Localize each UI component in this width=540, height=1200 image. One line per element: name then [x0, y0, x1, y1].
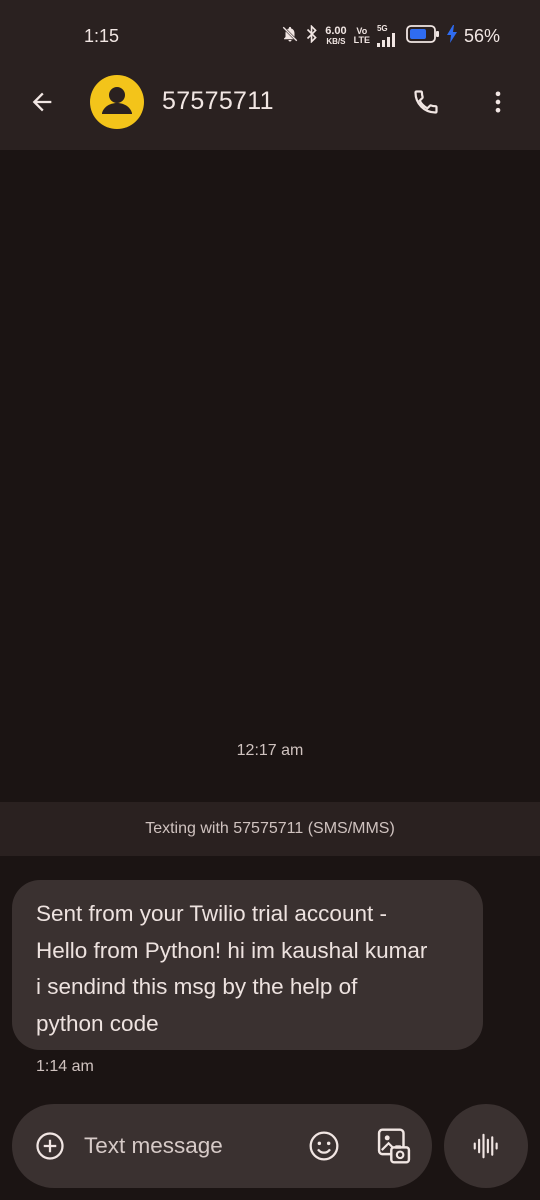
more-vert-icon	[495, 91, 501, 113]
phone-icon	[414, 90, 438, 114]
signal-icon: 5G	[376, 25, 399, 47]
message-line: i sendind this msg by the help of	[36, 974, 358, 999]
conversation-app-bar: 57575711	[0, 70, 540, 150]
message-bubble[interactable]: Sent from your Twilio trial account - He…	[12, 880, 483, 1050]
contact-avatar[interactable]	[90, 75, 144, 129]
bluetooth-icon	[306, 23, 318, 48]
voice-waveform-icon	[473, 1133, 498, 1159]
contact-name: 57575711	[162, 87, 274, 115]
network-speed: 6.00 KB/S	[325, 25, 347, 47]
date-divider: 12:17 am	[236, 742, 304, 759]
emoji-button[interactable]	[304, 1126, 344, 1166]
more-options-button[interactable]	[478, 82, 518, 122]
message-timestamp: 1:14 am	[36, 1058, 94, 1075]
sms-info-text: Texting with 57575711 (SMS/MMS)	[145, 820, 395, 837]
back-arrow-icon	[32, 92, 52, 112]
message-input[interactable]	[84, 1128, 294, 1164]
emoji-icon	[309, 1131, 339, 1161]
person-avatar-icon	[102, 87, 132, 114]
sms-info-banner: Texting with 57575711 (SMS/MMS)	[0, 802, 540, 856]
gallery-button[interactable]	[374, 1124, 414, 1168]
status-time: 1:15	[84, 26, 120, 46]
compose-bar	[12, 1104, 432, 1188]
message-line: Hello from Python! hi im kaushal kumar	[36, 937, 428, 963]
volte-indicator: Vo LTE	[353, 26, 370, 45]
battery-icon	[406, 24, 440, 48]
status-bar: 1:15 6.00 KB/S Vo LTE 5G 56%	[0, 0, 540, 70]
gallery-icon	[377, 1128, 411, 1164]
charging-bolt-icon	[446, 24, 457, 48]
silent-bell-icon	[281, 25, 299, 48]
message-line: python code	[36, 1010, 159, 1036]
status-icons: 6.00 KB/S Vo LTE 5G 56%	[281, 23, 500, 48]
voice-message-button[interactable]	[444, 1104, 528, 1188]
back-button[interactable]	[22, 82, 62, 122]
message-line: Sent from your Twilio trial account -	[36, 901, 387, 926]
call-button[interactable]	[406, 82, 446, 122]
battery-percent: 56%	[463, 25, 500, 46]
add-circle-icon	[36, 1132, 64, 1160]
attach-button[interactable]	[30, 1126, 70, 1166]
